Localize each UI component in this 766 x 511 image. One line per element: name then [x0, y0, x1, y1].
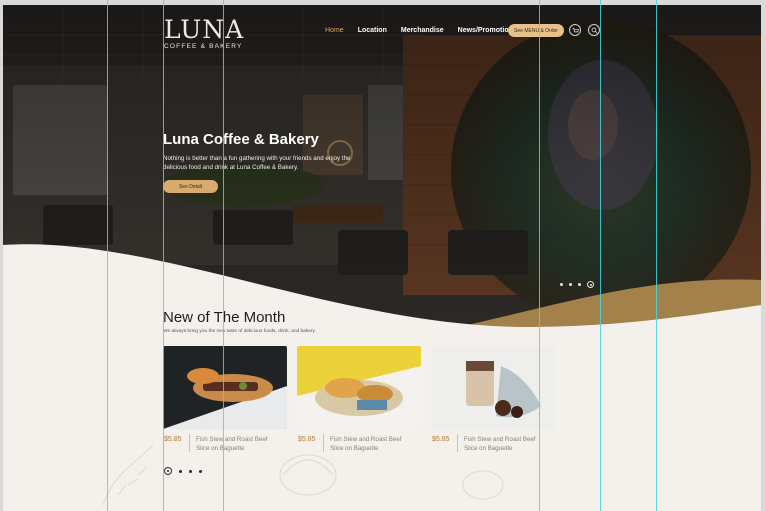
nav-item-news-promotion[interactable]: News/Promotion	[458, 27, 513, 34]
see-detail-button[interactable]: See Detail	[163, 180, 218, 193]
hero-banner: LUNA COFFEE & BAKERY Home Location Merch…	[3, 5, 761, 335]
slider-dot-active[interactable]	[164, 467, 172, 475]
main-nav: Home Location Merchandise News/Promotion	[325, 27, 513, 34]
layout-guide-line	[163, 0, 164, 511]
product-card[interactable]: $5.85 Fish Stew and Roast Beef Slice on …	[163, 346, 287, 452]
card-divider	[323, 434, 324, 452]
hero-title: Luna Coffee & Bakery	[163, 131, 319, 148]
nav-item-home[interactable]: Home	[325, 27, 344, 34]
hero-description: Nothing is better than a fun gathering w…	[163, 155, 351, 171]
nav-item-location[interactable]: Location	[358, 27, 387, 34]
product-image-coffee-drink[interactable]	[431, 346, 555, 429]
product-image-sandwich[interactable]	[163, 346, 287, 429]
cart-icon[interactable]	[569, 24, 581, 36]
slider-dot[interactable]	[578, 283, 581, 286]
hero-slider-dots	[560, 281, 594, 288]
product-price: $5.85	[164, 436, 182, 443]
layout-guide-line	[223, 0, 224, 511]
layout-guide-line	[539, 0, 540, 511]
brand-tagline: COFFEE & BAKERY	[164, 43, 243, 50]
product-name[interactable]: Fish Stew and Roast Beef Slice on Baguet…	[330, 435, 415, 453]
brand-logo[interactable]: LUNA COFFEE & BAKERY	[164, 15, 245, 51]
product-price: $5.85	[298, 436, 316, 443]
product-card[interactable]: $5.85 Fish Stew and Roast Beef Slice on …	[297, 346, 421, 452]
slider-dot[interactable]	[569, 283, 572, 286]
slider-dot-active[interactable]	[587, 281, 594, 288]
hero-background-image	[3, 5, 761, 335]
section-title: New of The Month	[163, 309, 286, 326]
page-artboard: LUNA COFFEE & BAKERY Home Location Merch…	[3, 5, 761, 511]
section-slider-dots	[164, 467, 202, 475]
nav-item-merchandise[interactable]: Merchandise	[401, 27, 444, 34]
card-divider	[457, 434, 458, 452]
slider-dot[interactable]	[189, 469, 192, 473]
product-name[interactable]: Fish Stew and Roast Beef Slice on Baguet…	[196, 435, 281, 453]
layout-guide-line	[600, 0, 601, 511]
product-price: $5.85	[432, 436, 450, 443]
slider-dot[interactable]	[199, 469, 202, 473]
card-divider	[189, 434, 190, 452]
layout-guide-line	[656, 0, 657, 511]
product-name[interactable]: Fish Stew and Roast Beef Slice on Baguet…	[464, 435, 549, 453]
slider-dot[interactable]	[179, 469, 182, 473]
product-image-croissant[interactable]	[297, 346, 421, 429]
layout-guide-line	[107, 0, 108, 511]
brand-name: LUNA	[164, 15, 245, 44]
section-subtitle: We always bring you the new taste of del…	[163, 329, 316, 334]
see-menu-order-button[interactable]: See MENU & Order	[508, 24, 564, 37]
product-card[interactable]: $5.85 Fish Stew and Roast Beef Slice on …	[431, 346, 555, 452]
slider-dot[interactable]	[560, 283, 563, 286]
search-icon[interactable]	[588, 24, 600, 36]
